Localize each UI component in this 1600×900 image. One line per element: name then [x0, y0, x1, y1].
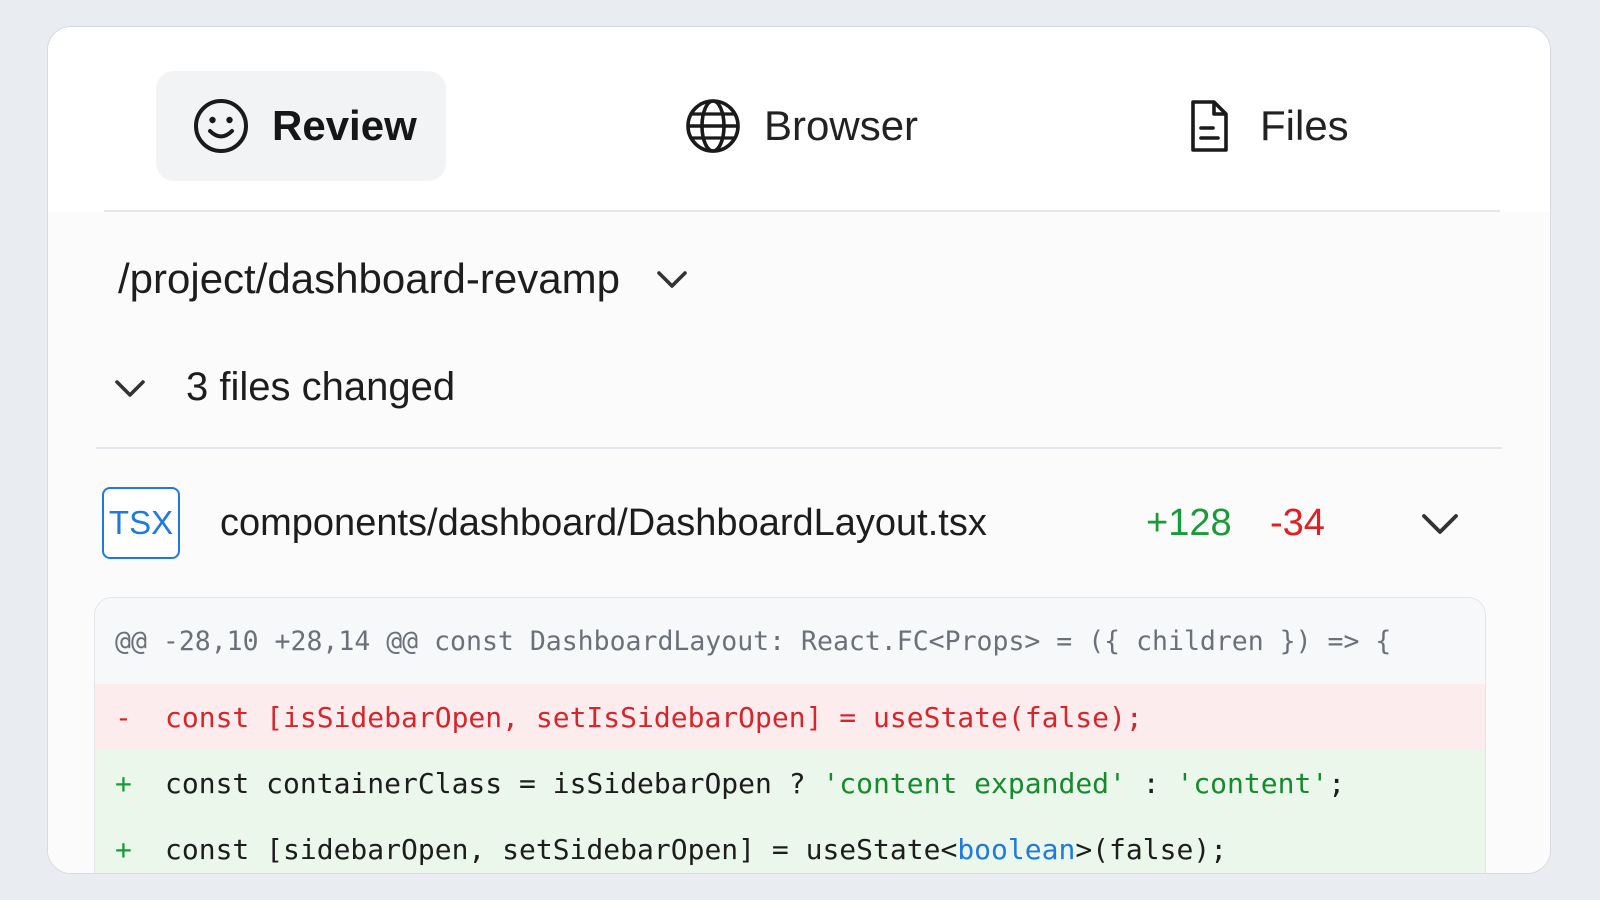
diff-type: boolean — [957, 832, 1076, 866]
tab-files[interactable]: Files — [1178, 71, 1378, 181]
project-path: /project/dashboard-revamp — [118, 255, 620, 302]
diff-string: 'content expanded' — [822, 766, 1126, 800]
project-selector[interactable]: /project/dashboard-revamp — [118, 255, 690, 303]
tab-browser[interactable]: Browser — [682, 71, 942, 181]
diff-code: ; — [1328, 766, 1346, 800]
diff-line-added: + const containerClass = isSidebarOpen ?… — [95, 750, 1485, 816]
diff-line-deleted: - const [isSidebarOpen, setIsSidebarOpen… — [95, 684, 1485, 750]
section-divider — [96, 447, 1502, 449]
diff-code: >(false); — [1075, 832, 1228, 866]
deletions-count: -34 — [1270, 501, 1325, 544]
diff-code: const [sidebarOpen, setSidebarOpen] = us… — [165, 832, 958, 866]
file-path: components/dashboard/DashboardLayout.tsx — [220, 501, 987, 544]
files-changed-toggle[interactable]: 3 files changed — [112, 365, 455, 410]
review-panel: Review Browser Files /project/dashboard-… — [47, 26, 1551, 874]
diff-string: 'content' — [1176, 766, 1329, 800]
tab-bar: Review Browser Files — [48, 27, 1550, 211]
diff-view: @@ -28,10 +28,14 @@ const DashboardLayou… — [94, 597, 1486, 873]
smiley-icon — [194, 99, 248, 153]
diff-sign: + — [115, 832, 132, 866]
hunk-header: @@ -28,10 +28,14 @@ const DashboardLayou… — [95, 598, 1485, 684]
files-changed-label: 3 files changed — [186, 365, 456, 409]
tab-browser-label: Browser — [764, 102, 919, 149]
file-type-badge: TSX — [102, 487, 180, 559]
diff-line-added: + const [sidebarOpen, setSidebarOpen] = … — [95, 816, 1485, 873]
chevron-down-icon — [657, 271, 687, 288]
document-icon — [1191, 100, 1228, 152]
globe-icon — [686, 99, 740, 153]
diff-code: const [isSidebarOpen, setIsSidebarOpen] … — [165, 700, 1143, 734]
diff-code: const containerClass = isSidebarOpen ? — [165, 766, 823, 800]
tab-review-label: Review — [272, 102, 417, 149]
tab-review[interactable]: Review — [156, 71, 446, 181]
chevron-down-icon — [115, 379, 145, 397]
diff-code: : — [1125, 766, 1177, 800]
chevron-down-icon[interactable] — [1420, 503, 1460, 543]
additions-count: +128 — [1146, 501, 1232, 544]
changed-file-row[interactable]: TSX components/dashboard/DashboardLayout… — [102, 483, 1494, 563]
tab-files-label: Files — [1260, 102, 1349, 149]
diff-sign: + — [115, 766, 132, 800]
diff-sign: - — [115, 700, 132, 734]
